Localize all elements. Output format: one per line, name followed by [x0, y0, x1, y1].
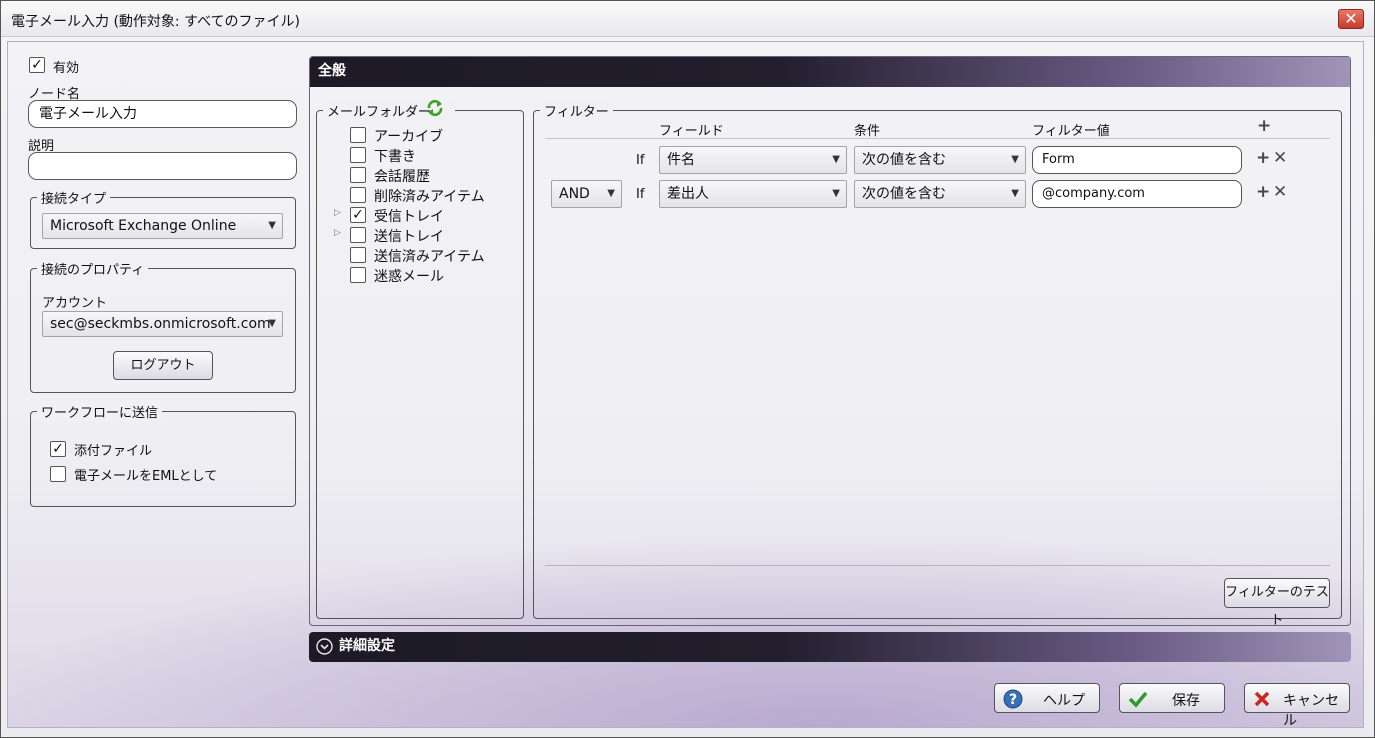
- send-to-workflow-group: ワークフローに送信 ✓ 添付ファイル 電子メールをEMLとして: [30, 402, 296, 507]
- enabled-label: 有効: [53, 61, 80, 76]
- filter-footer-divider: [545, 565, 1330, 566]
- chevron-down-icon: ▼: [1011, 154, 1019, 165]
- window-title: 電子メール入力 (動作対象: すべてのファイル): [11, 14, 300, 30]
- advanced-title: 詳細設定: [339, 638, 395, 654]
- folder-label: 下書き: [374, 149, 416, 165]
- filter-row-if: If: [636, 187, 645, 202]
- filter-row-if: If: [636, 153, 645, 168]
- save-label: 保存: [1172, 693, 1200, 709]
- folder-label: 受信トレイ: [374, 209, 444, 225]
- filter-condition-select[interactable]: 次の値を含む ▼: [854, 180, 1026, 208]
- add-filter-icon[interactable]: +: [1257, 116, 1271, 136]
- folder-label: 送信トレイ: [374, 229, 444, 245]
- eml-label: 電子メールをEMLとして: [74, 469, 218, 484]
- send-to-workflow-title: ワークフローに送信: [37, 402, 163, 421]
- add-row-icon[interactable]: +: [1256, 182, 1270, 202]
- filter-group: フィルター フィールド 条件 フィルター値 + If 件名 ▼ 次の値を含む ▼…: [533, 101, 1342, 628]
- mail-folder-title-text: メールフォルダー: [327, 105, 432, 120]
- test-filter-button[interactable]: フィルターのテスト: [1224, 578, 1330, 628]
- folder-label: 迷惑メール: [374, 269, 444, 285]
- chevron-down-icon: ▼: [832, 154, 840, 165]
- attachments-checkbox[interactable]: ✓: [50, 441, 66, 457]
- enabled-checkbox[interactable]: ✓: [29, 57, 45, 73]
- folder-label: アーカイブ: [374, 129, 444, 145]
- chevron-down-icon: ▼: [268, 318, 276, 329]
- svg-text:?: ?: [1009, 692, 1017, 708]
- expand-icon: [316, 638, 333, 655]
- folder-label: 削除済みアイテム: [374, 189, 485, 205]
- account-label: アカウント: [42, 296, 108, 311]
- filter-col-condition: 条件: [854, 124, 881, 139]
- chevron-down-icon: ▼: [832, 188, 840, 199]
- title-bar: 電子メール入力 (動作対象: すべてのファイル) ✕: [1, 1, 1374, 37]
- cancel-label: キャンセル: [1283, 693, 1339, 729]
- chevron-down-icon: ▼: [607, 188, 615, 199]
- connection-type-select[interactable]: Microsoft Exchange Online ▼: [42, 213, 283, 239]
- filter-condition-value: 次の値を含む: [862, 186, 946, 202]
- filter-field-select[interactable]: 差出人 ▼: [659, 180, 847, 208]
- filter-logic-value: AND: [559, 186, 590, 202]
- connection-type-title: 接続タイプ: [37, 188, 111, 207]
- remove-row-icon[interactable]: ✕: [1273, 148, 1287, 168]
- filter-condition-value: 次の値を含む: [862, 152, 946, 168]
- attachments-label: 添付ファイル: [74, 444, 153, 459]
- refresh-icon[interactable]: [426, 99, 444, 117]
- logout-button[interactable]: ログアウト: [113, 351, 213, 380]
- folder-checkbox[interactable]: [350, 127, 366, 143]
- filter-logic-select[interactable]: AND ▼: [551, 180, 622, 208]
- description-input[interactable]: [28, 152, 297, 180]
- filter-header-divider: [545, 138, 1330, 139]
- node-name-input[interactable]: 電子メール入力: [28, 100, 297, 128]
- help-icon: ?: [1003, 689, 1023, 709]
- folder-checkbox[interactable]: [350, 167, 366, 183]
- folder-checkbox[interactable]: [350, 267, 366, 283]
- filter-field-value: 件名: [667, 152, 695, 168]
- x-icon: [1254, 691, 1270, 707]
- chevron-down-icon: ▼: [268, 220, 276, 231]
- account-select[interactable]: sec@seckmbs.onmicrosoft.com ▼: [42, 311, 283, 337]
- filter-value-input[interactable]: @company.com: [1032, 180, 1242, 208]
- general-header: 全般: [310, 57, 1350, 87]
- connection-properties-title: 接続のプロパティ: [37, 259, 149, 278]
- filter-field-value: 差出人: [667, 186, 709, 202]
- check-icon: [1128, 691, 1148, 708]
- filter-condition-select[interactable]: 次の値を含む ▼: [854, 146, 1026, 174]
- advanced-header[interactable]: 詳細設定: [309, 632, 1351, 662]
- folder-label: 会話履歴: [374, 169, 430, 185]
- close-button[interactable]: ✕: [1338, 9, 1364, 29]
- general-panel: 全般 メールフォルダー アーカイブ下書き会話履歴削除済みアイテム ▷ ✓ 受信トレイ ▷…: [309, 56, 1351, 628]
- connection-type-group: 接続タイプ Microsoft Exchange Online ▼: [30, 188, 296, 249]
- folder-checkbox[interactable]: [350, 247, 366, 263]
- connection-type-value: Microsoft Exchange Online: [50, 218, 237, 234]
- help-button[interactable]: ? ヘルプ: [994, 683, 1100, 713]
- expand-folder-icon[interactable]: ▷: [334, 208, 341, 218]
- connection-properties-group: 接続のプロパティ アカウント sec@seckmbs.onmicrosoft.c…: [30, 259, 296, 393]
- expand-folder-icon[interactable]: ▷: [334, 228, 341, 238]
- mail-folder-group: メールフォルダー アーカイブ下書き会話履歴削除済みアイテム ▷ ✓ 受信トレイ ▷ 送信ト…: [316, 99, 524, 619]
- filter-value-input[interactable]: Form: [1032, 146, 1242, 174]
- remove-row-icon[interactable]: ✕: [1273, 182, 1287, 202]
- filter-col-value: フィルター値: [1032, 124, 1110, 139]
- folder-checkbox[interactable]: [350, 187, 366, 203]
- filter-title: フィルター: [540, 101, 613, 120]
- folder-label: 送信済みアイテム: [374, 249, 485, 265]
- chevron-down-icon: ▼: [1011, 188, 1019, 199]
- dialog-window: 電子メール入力 (動作対象: すべてのファイル) ✕ ✓ 有効 ノード名 電子メ…: [0, 0, 1375, 738]
- account-value: sec@seckmbs.onmicrosoft.com: [50, 316, 271, 332]
- eml-checkbox[interactable]: [50, 466, 66, 482]
- add-row-icon[interactable]: +: [1256, 148, 1270, 168]
- folder-checkbox[interactable]: [350, 227, 366, 243]
- help-label: ヘルプ: [1043, 693, 1085, 709]
- cancel-button[interactable]: キャンセル: [1244, 683, 1350, 729]
- filter-field-select[interactable]: 件名 ▼: [659, 146, 847, 174]
- save-button[interactable]: 保存: [1119, 683, 1225, 713]
- dialog-content: ✓ 有効 ノード名 電子メール入力 説明 接続タイプ Microsoft Exc…: [7, 41, 1364, 729]
- folder-checkbox[interactable]: ✓: [350, 207, 366, 223]
- folder-checkbox[interactable]: [350, 147, 366, 163]
- filter-col-field: フィールド: [659, 124, 724, 139]
